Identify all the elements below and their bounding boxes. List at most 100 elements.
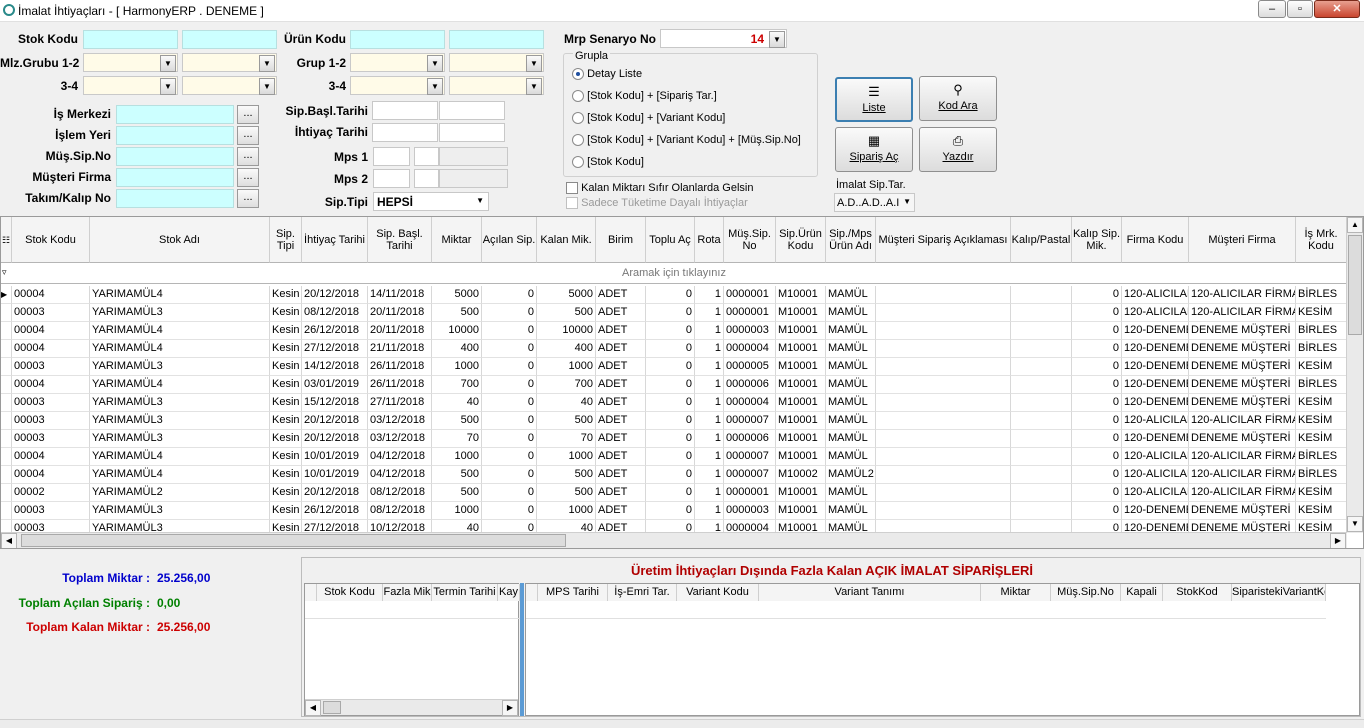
cell-sip-tipi[interactable]: Kesin bbox=[270, 430, 302, 448]
cell-sip-mps-urun-adi[interactable]: MAMÜL bbox=[826, 502, 876, 520]
cell-sip-basl-tarihi[interactable]: 21/11/2018 bbox=[368, 340, 432, 358]
mlz-grubu-2-select[interactable]: ▼ bbox=[182, 53, 277, 72]
imalat-sip-tar-select[interactable]: A.D..A.D..A.I ▼ bbox=[834, 193, 915, 212]
grupla-option-stok-siparis[interactable]: [Stok Kodu] + [Sipariş Tar.] bbox=[572, 90, 717, 103]
cell-rota[interactable]: 1 bbox=[695, 376, 724, 394]
cell-musteri-firma[interactable]: DENEME MÜŞTERİ bbox=[1189, 502, 1296, 520]
cell-acilan-sip[interactable]: 0 bbox=[482, 430, 537, 448]
cell-sip-tipi[interactable]: Kesin bbox=[270, 394, 302, 412]
cell-stok-kodu[interactable]: 00003 bbox=[12, 430, 90, 448]
cell-sip-urun-kodu[interactable]: M10001 bbox=[776, 358, 826, 376]
cell-is-mrk-kodu[interactable]: BİRLES bbox=[1296, 286, 1347, 304]
scroll-left-icon[interactable]: ◀ bbox=[1, 533, 17, 548]
cell-firma-kodu[interactable]: 120-ALICILAR bbox=[1122, 304, 1189, 322]
sip-basl-tarihi-from-input[interactable] bbox=[372, 101, 438, 120]
cell-miktar[interactable]: 1000 bbox=[432, 358, 482, 376]
cell-miktar[interactable]: 1000 bbox=[432, 502, 482, 520]
kod-ara-button[interactable]: ⚲ Kod Ara bbox=[919, 76, 997, 121]
cell-acilan-sip[interactable]: 0 bbox=[482, 448, 537, 466]
mlz-grubu-4-select[interactable]: ▼ bbox=[182, 76, 277, 95]
takim-kalip-browse-button[interactable]: ... bbox=[237, 189, 259, 208]
table-row[interactable]: 00004 YARIMAMÜL4 Kesin 27/12/2018 21/11/2018… bbox=[1, 340, 1347, 358]
cell-toplu-ac[interactable]: 0 bbox=[646, 286, 695, 304]
cell-rota[interactable]: 1 bbox=[695, 304, 724, 322]
cell-stok-adi[interactable]: YARIMAMÜL3 bbox=[90, 358, 270, 376]
cell-kalip-pastal[interactable] bbox=[1011, 340, 1072, 358]
cell-toplu-ac[interactable]: 0 bbox=[646, 358, 695, 376]
grid-horizontal-scrollbar[interactable]: ◀ ▶ bbox=[1, 532, 1347, 548]
cell-sip-tipi[interactable]: Kesin bbox=[270, 376, 302, 394]
column-header-sip-mps-urun-adi[interactable]: Sip./Mps Ürün Adı bbox=[826, 217, 876, 263]
cell-firma-kodu[interactable]: 120-ALICILAR bbox=[1122, 286, 1189, 304]
cell-firma-kodu[interactable]: 120-ALICILAR bbox=[1122, 466, 1189, 484]
table-row[interactable]: 00002 YARIMAMÜL2 Kesin 20/12/2018 08/12/2018… bbox=[1, 484, 1347, 502]
cell-kalan-mik[interactable]: 70 bbox=[537, 430, 596, 448]
cell-ihtiyac-tarihi[interactable]: 20/12/2018 bbox=[302, 286, 368, 304]
cell-kalan-mik[interactable]: 10000 bbox=[537, 322, 596, 340]
musteri-firma-input[interactable] bbox=[116, 168, 234, 187]
cell-kalan-mik[interactable]: 1000 bbox=[537, 502, 596, 520]
cell-stok-kodu[interactable]: 00003 bbox=[12, 358, 90, 376]
cell-toplu-ac[interactable]: 0 bbox=[646, 484, 695, 502]
cell-kalip-pastal[interactable] bbox=[1011, 412, 1072, 430]
cell-ihtiyac-tarihi[interactable]: 08/12/2018 bbox=[302, 304, 368, 322]
cell-sip-tipi[interactable]: Kesin bbox=[270, 286, 302, 304]
cell-sip-urun-kodu[interactable]: M10001 bbox=[776, 394, 826, 412]
cell-kalip-sip-mik[interactable]: 0 bbox=[1072, 376, 1122, 394]
table-row[interactable]: 00003 YARIMAMÜL3 Kesin 15/12/2018 27/11/2018… bbox=[1, 394, 1347, 412]
cell-musteri-siparis-aciklamasi[interactable] bbox=[876, 430, 1011, 448]
hscroll-thumb[interactable] bbox=[323, 701, 341, 714]
close-button[interactable]: ✕ bbox=[1314, 0, 1360, 18]
cell-kalan-mik[interactable]: 1000 bbox=[537, 448, 596, 466]
cell-musteri-firma[interactable]: 120-ALICILAR FİRMA bbox=[1189, 484, 1296, 502]
cell-kalip-pastal[interactable] bbox=[1011, 286, 1072, 304]
urun-kodu-to-input[interactable] bbox=[449, 30, 544, 49]
cell-sip-basl-tarihi[interactable]: 20/11/2018 bbox=[368, 304, 432, 322]
cell-birim[interactable]: ADET bbox=[596, 304, 646, 322]
cell-kalip-sip-mik[interactable]: 0 bbox=[1072, 304, 1122, 322]
cell-kalip-sip-mik[interactable]: 0 bbox=[1072, 394, 1122, 412]
cell-sip-urun-kodu[interactable]: M10001 bbox=[776, 322, 826, 340]
cell-toplu-ac[interactable]: 0 bbox=[646, 304, 695, 322]
row-indicator[interactable] bbox=[1, 340, 12, 358]
cell-firma-kodu[interactable]: 120-DENEME bbox=[1122, 358, 1189, 376]
table-row[interactable]: ▶ 00004 YARIMAMÜL4 Kesin 20/12/2018 14/11/201… bbox=[1, 286, 1347, 304]
cell-acilan-sip[interactable]: 0 bbox=[482, 484, 537, 502]
column-header-ihtiyac-tarihi[interactable]: İhtiyaç Tarihi bbox=[302, 217, 368, 263]
cell-stok-kodu[interactable]: 00004 bbox=[12, 448, 90, 466]
cell-stok-kodu[interactable]: 00002 bbox=[12, 484, 90, 502]
row-indicator[interactable] bbox=[1, 412, 12, 430]
column-header-kalip-pastal[interactable]: Kalıp/Pastal bbox=[1011, 217, 1072, 263]
urun-kodu-from-input[interactable] bbox=[350, 30, 445, 49]
cell-musteri-firma[interactable]: DENEME MÜŞTERİ bbox=[1189, 340, 1296, 358]
cell-kalan-mik[interactable]: 5000 bbox=[537, 286, 596, 304]
cell-kalip-sip-mik[interactable]: 0 bbox=[1072, 286, 1122, 304]
cell-stok-kodu[interactable]: 00003 bbox=[12, 412, 90, 430]
cell-ihtiyac-tarihi[interactable]: 15/12/2018 bbox=[302, 394, 368, 412]
sip-basl-tarihi-to-input[interactable] bbox=[439, 101, 505, 120]
cell-kalan-mik[interactable]: 400 bbox=[537, 340, 596, 358]
cell-musteri-firma[interactable]: 120-ALICILAR FİRMA bbox=[1189, 466, 1296, 484]
column-header-birim[interactable]: Birim bbox=[596, 217, 646, 263]
cell-rota[interactable]: 1 bbox=[695, 340, 724, 358]
cell-kalan-mik[interactable]: 40 bbox=[537, 394, 596, 412]
cell-mus-sip-no[interactable]: 0000007 bbox=[724, 448, 776, 466]
cell-miktar[interactable]: 500 bbox=[432, 304, 482, 322]
cell-birim[interactable]: ADET bbox=[596, 358, 646, 376]
cell-sip-urun-kodu[interactable]: M10001 bbox=[776, 304, 826, 322]
cell-stok-kodu[interactable]: 00004 bbox=[12, 376, 90, 394]
cell-acilan-sip[interactable]: 0 bbox=[482, 466, 537, 484]
column-header-stok-adi[interactable]: Stok Adı bbox=[90, 217, 270, 263]
cell-sip-mps-urun-adi[interactable]: MAMÜL bbox=[826, 376, 876, 394]
cell-toplu-ac[interactable]: 0 bbox=[646, 322, 695, 340]
cell-stok-kodu[interactable]: 00004 bbox=[12, 286, 90, 304]
cell-toplu-ac[interactable]: 0 bbox=[646, 376, 695, 394]
scroll-down-icon[interactable]: ▼ bbox=[1347, 516, 1363, 532]
cell-sip-urun-kodu[interactable]: M10002 bbox=[776, 466, 826, 484]
cell-musteri-firma[interactable]: DENEME MÜŞTERİ bbox=[1189, 430, 1296, 448]
grup-4-select[interactable]: ▼ bbox=[449, 76, 544, 95]
sip-tipi-select[interactable]: HEPSİ ▼ bbox=[373, 192, 489, 211]
table-row[interactable]: 00003 YARIMAMÜL3 Kesin 14/12/2018 26/11/2018… bbox=[1, 358, 1347, 376]
cell-firma-kodu[interactable]: 120-DENEME bbox=[1122, 376, 1189, 394]
cell-rota[interactable]: 1 bbox=[695, 466, 724, 484]
